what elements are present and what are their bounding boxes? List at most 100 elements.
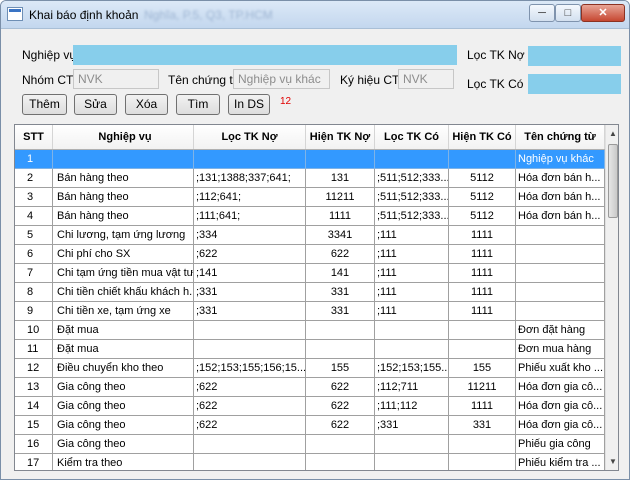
cell-nghiep-vu[interactable]: Gia công theo: [53, 435, 194, 454]
cell-hien-tk-co[interactable]: [449, 435, 516, 454]
cell-hien-tk-no[interactable]: [306, 321, 375, 340]
cell-loc-tk-co[interactable]: [375, 454, 449, 470]
table-row[interactable]: 4 Bán hàng theo ;111;641; 1111 ;511;512;333.…: [15, 207, 605, 226]
cell-ten-chung-tu[interactable]: Phiếu gia công: [516, 435, 605, 454]
cell-stt[interactable]: 15: [15, 416, 53, 435]
loc-tk-co-input[interactable]: [528, 74, 621, 94]
cell-loc-tk-no[interactable]: [194, 454, 306, 470]
cell-stt[interactable]: 16: [15, 435, 53, 454]
cell-ten-chung-tu[interactable]: Hóa đơn gia cô...: [516, 416, 605, 435]
cell-nghiep-vu[interactable]: Đặt mua: [53, 340, 194, 359]
cell-stt[interactable]: 9: [15, 302, 53, 321]
maximize-button[interactable]: □: [555, 4, 581, 22]
cell-nghiep-vu[interactable]: Chi lương, tạm ứng lương: [53, 226, 194, 245]
table-row[interactable]: 15 Gia công theo ;622 622 ;331 331 Hóa đơn gia…: [15, 416, 605, 435]
cell-ten-chung-tu[interactable]: Nghiệp vụ khác: [516, 150, 605, 169]
cell-loc-tk-no[interactable]: ;141: [194, 264, 306, 283]
cell-hien-tk-no[interactable]: [306, 454, 375, 470]
header-nghiep-vu[interactable]: Nghiệp vụ: [53, 125, 194, 149]
cell-hien-tk-co[interactable]: 11211: [449, 378, 516, 397]
cell-hien-tk-no[interactable]: 622: [306, 378, 375, 397]
header-hien-tk-no[interactable]: Hiện TK Nợ: [306, 125, 375, 149]
cell-hien-tk-no[interactable]: [306, 150, 375, 169]
cell-nghiep-vu[interactable]: Chi tiền xe, tạm ứng xe: [53, 302, 194, 321]
cell-nghiep-vu[interactable]: Điều chuyển kho theo: [53, 359, 194, 378]
cell-hien-tk-no[interactable]: [306, 435, 375, 454]
cell-loc-tk-no[interactable]: ;152;153;155;156;15...: [194, 359, 306, 378]
cell-stt[interactable]: 2: [15, 169, 53, 188]
table-row[interactable]: 3 Bán hàng theo ;112;641; 11211 ;511;512;333…: [15, 188, 605, 207]
edit-button[interactable]: Sửa: [74, 94, 117, 115]
cell-stt[interactable]: 13: [15, 378, 53, 397]
cell-ten-chung-tu[interactable]: Hóa đơn bán h...: [516, 207, 605, 226]
cell-loc-tk-no[interactable]: ;622: [194, 416, 306, 435]
search-button[interactable]: Tìm: [176, 94, 220, 115]
cell-loc-tk-no[interactable]: ;131;1388;337;641;: [194, 169, 306, 188]
table-row[interactable]: 14 Gia công theo ;622 622 ;111;112 1111 Hóa đơ…: [15, 397, 605, 416]
cell-ten-chung-tu[interactable]: Đơn mua hàng: [516, 340, 605, 359]
cell-stt[interactable]: 5: [15, 226, 53, 245]
cell-nghiep-vu[interactable]: Chi tiền chiết khấu khách h...: [53, 283, 194, 302]
cell-nghiep-vu[interactable]: Gia công theo: [53, 416, 194, 435]
cell-loc-tk-co[interactable]: ;331: [375, 416, 449, 435]
cell-loc-tk-no[interactable]: ;622: [194, 245, 306, 264]
delete-button[interactable]: Xóa: [125, 94, 168, 115]
cell-stt[interactable]: 11: [15, 340, 53, 359]
cell-loc-tk-no[interactable]: [194, 340, 306, 359]
cell-loc-tk-co[interactable]: ;112;711: [375, 378, 449, 397]
cell-loc-tk-co[interactable]: [375, 435, 449, 454]
vertical-scrollbar[interactable]: ▲ ▼: [605, 125, 618, 470]
cell-hien-tk-no[interactable]: 331: [306, 302, 375, 321]
cell-loc-tk-co[interactable]: ;111: [375, 283, 449, 302]
cell-hien-tk-co[interactable]: 5112: [449, 207, 516, 226]
cell-loc-tk-no[interactable]: ;111;641;: [194, 207, 306, 226]
cell-loc-tk-co[interactable]: [375, 340, 449, 359]
ky-hieu-ct-input[interactable]: NVK: [398, 69, 454, 89]
table-row[interactable]: 1 Nghiệp vụ khác: [15, 150, 605, 169]
cell-nghiep-vu[interactable]: Đặt mua: [53, 321, 194, 340]
cell-nghiep-vu[interactable]: Kiểm tra theo: [53, 454, 194, 470]
cell-stt[interactable]: 1: [15, 150, 53, 169]
add-button[interactable]: Thêm: [22, 94, 67, 115]
cell-stt[interactable]: 17: [15, 454, 53, 470]
table-row[interactable]: 13 Gia công theo ;622 622 ;112;711 11211 Hóa đ…: [15, 378, 605, 397]
cell-ten-chung-tu[interactable]: [516, 264, 605, 283]
cell-hien-tk-co[interactable]: 1111: [449, 302, 516, 321]
cell-hien-tk-co[interactable]: 331: [449, 416, 516, 435]
print-list-button[interactable]: In DS: [228, 94, 270, 115]
cell-hien-tk-no[interactable]: 3341: [306, 226, 375, 245]
cell-loc-tk-co[interactable]: ;511;512;333...: [375, 169, 449, 188]
cell-stt[interactable]: 7: [15, 264, 53, 283]
cell-loc-tk-no[interactable]: ;334: [194, 226, 306, 245]
nhom-ct-input[interactable]: NVK: [73, 69, 159, 89]
cell-loc-tk-no[interactable]: ;622: [194, 397, 306, 416]
cell-ten-chung-tu[interactable]: Hóa đơn gia cô...: [516, 378, 605, 397]
cell-hien-tk-no[interactable]: 131: [306, 169, 375, 188]
cell-loc-tk-co[interactable]: ;511;512;333...: [375, 207, 449, 226]
cell-loc-tk-no[interactable]: ;331: [194, 302, 306, 321]
header-stt[interactable]: STT: [15, 125, 53, 149]
cell-ten-chung-tu[interactable]: Hóa đơn bán h...: [516, 169, 605, 188]
cell-hien-tk-co[interactable]: 1111: [449, 245, 516, 264]
cell-stt[interactable]: 14: [15, 397, 53, 416]
table-row[interactable]: 9 Chi tiền xe, tạm ứng xe ;331 331 ;111 1111: [15, 302, 605, 321]
nghiep-vu-input[interactable]: [73, 45, 457, 65]
cell-loc-tk-no[interactable]: ;331: [194, 283, 306, 302]
cell-hien-tk-no[interactable]: 11211: [306, 188, 375, 207]
ten-chung-tu-input[interactable]: Nghiệp vụ khác: [233, 69, 330, 89]
cell-hien-tk-no[interactable]: 331: [306, 283, 375, 302]
cell-stt[interactable]: 8: [15, 283, 53, 302]
table-row[interactable]: 10 Đặt mua Đơn đặt hàng: [15, 321, 605, 340]
data-grid[interactable]: STT Nghiệp vụ Lọc TK Nợ Hiện TK Nợ Lọc T…: [14, 124, 619, 471]
cell-loc-tk-co[interactable]: ;111: [375, 264, 449, 283]
cell-loc-tk-co[interactable]: ;152;153;155...: [375, 359, 449, 378]
cell-hien-tk-no[interactable]: 622: [306, 397, 375, 416]
table-row[interactable]: 17 Kiểm tra theo Phiếu kiểm tra ...: [15, 454, 605, 470]
loc-tk-no-input[interactable]: [528, 46, 621, 66]
cell-hien-tk-no[interactable]: 622: [306, 416, 375, 435]
cell-ten-chung-tu[interactable]: [516, 245, 605, 264]
cell-nghiep-vu[interactable]: [53, 150, 194, 169]
cell-hien-tk-co[interactable]: 5112: [449, 169, 516, 188]
cell-nghiep-vu[interactable]: Chi phí cho SX: [53, 245, 194, 264]
header-ten-chung-tu[interactable]: Tên chứng từ: [516, 125, 605, 149]
